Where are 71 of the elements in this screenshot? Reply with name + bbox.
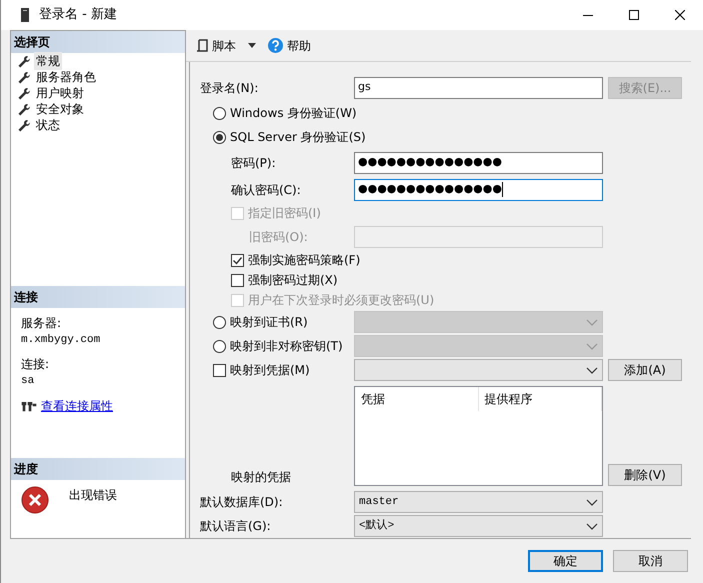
option-label: 映射到证书(R) <box>230 314 308 331</box>
field-label: 连接: <box>21 356 50 372</box>
input-field[interactable]: ●●●●●●●●●●●●●●● <box>354 152 603 174</box>
radio-button[interactable] <box>213 130 226 144</box>
user-name: sa <box>21 374 36 388</box>
delete-button[interactable]: 删除(V) <box>608 464 682 486</box>
error-icon <box>21 486 49 514</box>
progress-message: 出现错误 <box>69 487 117 504</box>
connection-properties-link[interactable]: 查看连接属性 <box>41 397 113 415</box>
column-header: 提供程序 <box>478 387 602 411</box>
page-item[interactable]: 用户映射 <box>34 84 86 102</box>
page-item[interactable]: 状态 <box>34 116 62 134</box>
server-name: m.xmbygy.com <box>21 333 102 348</box>
radio-button[interactable] <box>213 106 226 120</box>
dropdown[interactable]: <默认> <box>354 515 603 537</box>
help-button[interactable]: 帮助 <box>266 36 313 54</box>
dropdown-button[interactable] <box>246 43 258 48</box>
wrench-icon <box>17 102 30 116</box>
add-button[interactable]: 添加(A) <box>608 359 682 381</box>
page-item[interactable]: 安全对象 <box>34 100 86 118</box>
script-button[interactable]: 脚本 <box>194 36 238 54</box>
panel-header: 进度 <box>11 458 185 480</box>
window-title: 登录名 - 新建 <box>39 6 118 24</box>
option-label: SQL Server 身份验证(S) <box>230 129 366 146</box>
chevron-down-icon <box>586 342 598 350</box>
close-icon <box>675 10 685 20</box>
field-label: 服务器: <box>21 315 62 332</box>
option-label: Windows 身份验证(W) <box>230 105 357 122</box>
radio-button[interactable] <box>213 340 226 352</box>
dropdown[interactable]: master <box>354 491 603 513</box>
field-label: 登录名(N): <box>200 80 258 96</box>
checkbox[interactable] <box>213 364 226 376</box>
wrench-icon <box>17 118 30 132</box>
wrench-icon <box>17 70 30 84</box>
field-label: 确认密码(C): <box>231 182 301 198</box>
input-field[interactable]: gs <box>354 76 603 98</box>
field-label: 旧密码(O): <box>249 228 308 246</box>
radio-button[interactable] <box>213 316 226 328</box>
page-item[interactable]: 常规 <box>34 52 62 70</box>
input-field[interactable]: ●●●●●●●●●●●●●●● <box>354 178 603 200</box>
page-item[interactable]: 服务器角色 <box>34 68 98 86</box>
cancel-button[interactable]: 取消 <box>613 550 688 572</box>
column-header: 凭据 <box>355 387 478 411</box>
plug-icon <box>21 400 37 412</box>
chevron-down-icon <box>586 318 598 326</box>
chevron-down-icon <box>586 522 598 530</box>
checkbox[interactable] <box>231 274 244 286</box>
checkbox[interactable] <box>231 254 244 266</box>
option-label: 映射到凭据(M) <box>230 362 310 379</box>
field-label: 默认语言(G): <box>200 518 271 535</box>
panel-header: 连接 <box>11 286 185 308</box>
option-label: 强制实施密码策略(F) <box>248 252 360 269</box>
option-label: 指定旧密码(I) <box>248 205 321 222</box>
text-cursor <box>502 182 503 197</box>
maximize-icon <box>629 10 639 20</box>
ok-button[interactable]: 确定 <box>528 550 603 572</box>
wrench-icon <box>17 54 30 68</box>
caret-icon <box>248 43 256 48</box>
field-label: 密码(P): <box>231 154 276 172</box>
option-label: 强制密码过期(X) <box>248 272 338 289</box>
field-label: 映射的凭据 <box>231 469 291 486</box>
panel-header: 选择页 <box>11 31 185 53</box>
field-label: 默认数据库(D): <box>200 494 283 511</box>
script-icon <box>196 38 208 52</box>
help-icon <box>268 38 283 53</box>
option-label: 映射到非对称密钥(T) <box>230 338 343 355</box>
chevron-down-icon <box>586 498 598 506</box>
server-icon <box>19 7 31 23</box>
chevron-down-icon <box>586 366 598 374</box>
option-label: 用户在下次登录时必须更改密码(U) <box>248 292 434 309</box>
wrench-icon <box>17 86 30 100</box>
